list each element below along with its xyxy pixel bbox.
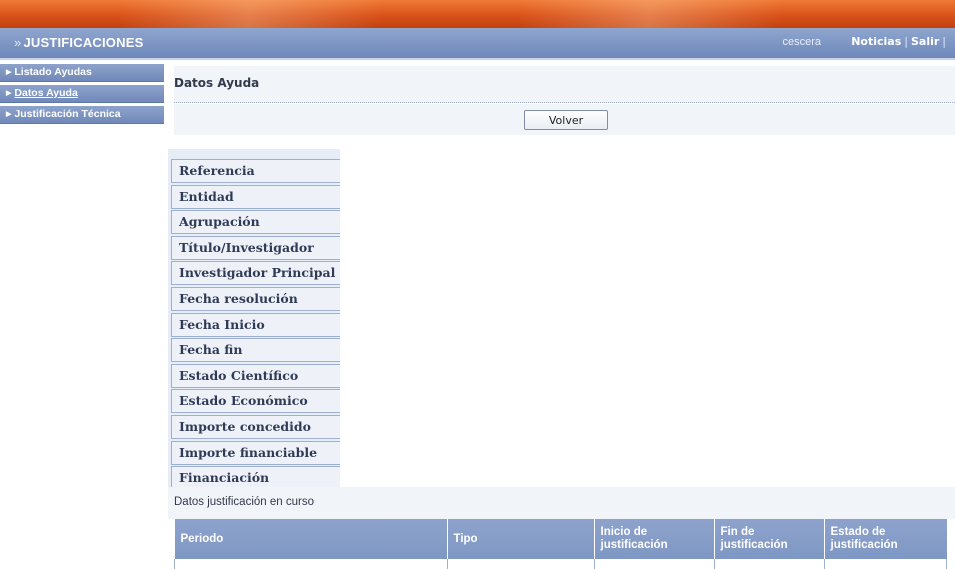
justification-header: Datos justificación en curso xyxy=(168,487,955,519)
field-label-estado-cientifico: Estado Científico xyxy=(171,363,340,388)
button-row: Volver xyxy=(174,104,955,135)
field-label-titulo-investigador: Título/Investigador xyxy=(171,235,340,260)
triangle-right-icon: ▶ xyxy=(6,69,12,76)
top-banner xyxy=(0,0,955,28)
logout-link[interactable]: Salir xyxy=(911,35,939,48)
section-header: Datos Ayuda xyxy=(174,66,955,103)
banner-streak xyxy=(120,0,380,28)
banner-streak xyxy=(520,0,780,28)
sidebar-item-listado-ayudas[interactable]: ▶ Listado Ayudas xyxy=(0,64,164,82)
field-label-referencia: Referencia xyxy=(171,159,340,183)
field-label-list: Referencia Entidad Agrupación Título/Inv… xyxy=(168,149,340,492)
field-label-investigador-principal: Investigador Principal xyxy=(171,261,340,286)
triangle-right-icon: ▶ xyxy=(6,90,12,97)
column-header-fin: Fin de justificación xyxy=(714,519,825,559)
sidebar-item-label: Justificación Técnica xyxy=(14,108,121,120)
news-link[interactable]: Noticias xyxy=(851,35,901,48)
back-button[interactable]: Volver xyxy=(524,110,608,130)
sidebar-item-justificacion-tecnica[interactable]: ▶ Justificación Técnica xyxy=(0,106,164,124)
justification-title: Datos justificación en curso xyxy=(174,496,314,508)
table-cell xyxy=(174,559,448,569)
top-links: Noticias | Salir | xyxy=(851,35,949,48)
column-header-estado: Estado de justificación xyxy=(824,519,947,559)
chevron-icon: » xyxy=(14,35,22,50)
app-title-text: JUSTIFICACIONES xyxy=(23,35,144,50)
table-cell xyxy=(823,559,947,569)
app-title: » JUSTIFICACIONES xyxy=(14,35,143,50)
justification-table: Periodo Tipo Inicio de justificación Fin… xyxy=(174,519,947,569)
sidebar-item-label: Listado Ayudas xyxy=(14,66,92,78)
field-label-importe-concedido: Importe concedido xyxy=(171,414,340,439)
sidebar-item-label: Datos Ayuda xyxy=(14,87,78,99)
column-header-inicio: Inicio de justificación xyxy=(594,519,715,559)
table-cell xyxy=(446,559,595,569)
sidebar-item-datos-ayuda[interactable]: ▶ Datos Ayuda xyxy=(0,85,164,103)
field-label-fecha-resolucion: Fecha resolución xyxy=(171,286,340,311)
table-header-row: Periodo Tipo Inicio de justificación Fin… xyxy=(174,519,947,559)
user-name: cescera xyxy=(782,36,821,48)
field-label-fecha-fin: Fecha fin xyxy=(171,338,340,363)
triangle-right-icon: ▶ xyxy=(6,111,12,118)
field-label-estado-economico: Estado Económico xyxy=(171,389,340,414)
field-label-importe-financiable: Importe financiable xyxy=(171,440,340,465)
table-row xyxy=(174,559,947,569)
column-header-periodo: Periodo xyxy=(174,519,448,559)
header-bar: » JUSTIFICACIONES cescera Noticias | Salir | xyxy=(0,28,955,60)
table-cell xyxy=(713,559,825,569)
table-cell xyxy=(593,559,715,569)
field-label-fecha-inicio: Fecha Inicio xyxy=(171,312,340,337)
field-label-entidad: Entidad xyxy=(171,184,340,209)
column-header-tipo: Tipo xyxy=(447,519,595,559)
link-separator: | xyxy=(942,35,946,48)
field-label-agrupacion: Agrupación xyxy=(171,210,340,235)
sidebar: ▶ Listado Ayudas ▶ Datos Ayuda ▶ Justificac… xyxy=(0,64,164,127)
link-separator: | xyxy=(904,35,908,48)
page-title: Datos Ayuda xyxy=(174,76,260,90)
